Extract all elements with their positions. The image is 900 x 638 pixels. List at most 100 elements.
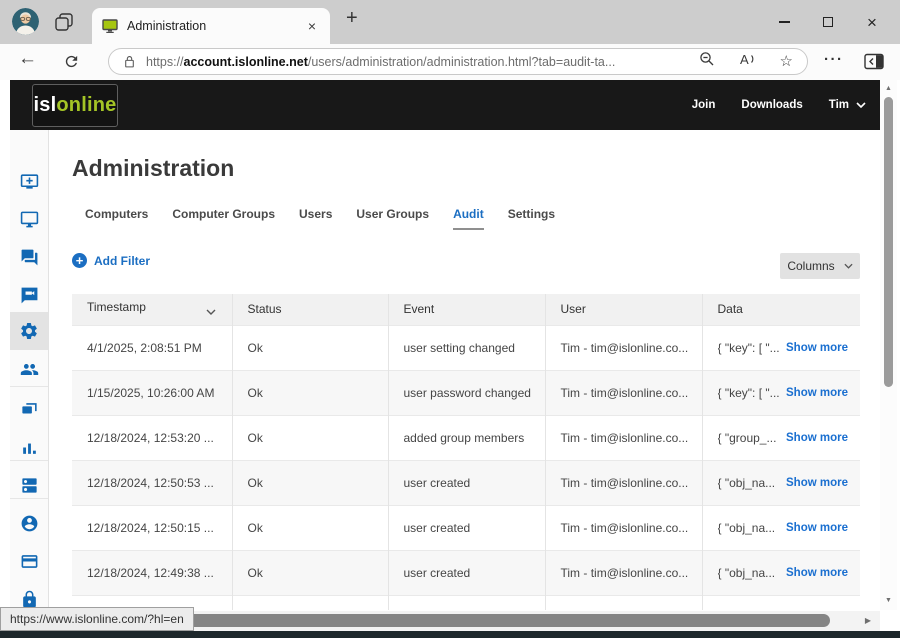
timestamp-cell: 12/18/2024, 12:50:15 ... [72, 505, 232, 550]
vertical-scrollbar-thumb[interactable] [884, 97, 893, 387]
user-cell: Tim - tim@islonline.co... [545, 505, 702, 550]
browser-sidebar-toggle-icon[interactable] [864, 53, 884, 75]
status-cell: Ok [232, 370, 388, 415]
show-more-link[interactable]: Show more [786, 477, 852, 489]
user-cell: Tim - tim@islonline.co... [545, 415, 702, 460]
user-cell: Tim - tim@islonline.co... [545, 550, 702, 595]
tab-title: Administration [127, 19, 304, 33]
event-cell: user created [388, 460, 545, 505]
timestamp-cell: 12/18/2024, 12:49:38 ... [72, 550, 232, 595]
timestamp-cell: 4/1/2025, 2:08:51 PM [72, 325, 232, 370]
table-row: 12/18/2024, 12:50:15 ... Ok user created… [72, 505, 860, 550]
show-more-link[interactable]: Show more [786, 342, 852, 354]
data-cell: { "group_...Show more [702, 415, 860, 460]
url-text: https://account.islonline.net/users/admi… [146, 55, 689, 69]
account-circle-icon[interactable] [10, 504, 48, 542]
tab-computer-groups[interactable]: Computer Groups [172, 207, 275, 230]
lock-icon[interactable] [123, 55, 136, 69]
audit-table: Timestamp Status Event User Data 4/1/202… [72, 294, 860, 610]
page-title: Administration [72, 155, 234, 182]
columns-button[interactable]: Columns [780, 253, 860, 279]
event-cell: user created [388, 505, 545, 550]
tab-audit[interactable]: Audit [453, 207, 484, 230]
event-cell: added group members [388, 415, 545, 460]
scroll-up-arrow-icon[interactable]: ▲ [880, 85, 897, 92]
tab-computers[interactable]: Computers [85, 207, 148, 230]
show-more-link[interactable]: Show more [786, 522, 852, 534]
read-aloud-icon[interactable]: A [739, 51, 756, 72]
show-more-link[interactable]: Show more [786, 387, 852, 399]
browser-window: Administration × + × ← https://account.i… [0, 0, 900, 638]
browser-profile-avatar[interactable] [12, 8, 39, 35]
credit-card-icon[interactable] [10, 542, 48, 580]
table-row: 1/15/2025, 10:26:00 AM Ok user password … [72, 370, 860, 415]
timestamp-cell: 12/18/2024, 12:53:20 ... [72, 415, 232, 460]
timestamp-cell: 1/15/2025, 10:26:00 AM [72, 370, 232, 415]
back-button[interactable]: ← [18, 48, 37, 70]
sidebar-separator [10, 460, 48, 461]
header-status[interactable]: Status [232, 294, 388, 325]
chat-icon[interactable] [10, 238, 48, 276]
add-filter-button[interactable]: + Add Filter [72, 253, 150, 268]
svg-text:A: A [740, 52, 749, 67]
data-cell: { "obj_na...Show more [702, 595, 860, 610]
show-more-link[interactable]: Show more [786, 432, 852, 444]
sidebar-separator [10, 386, 48, 387]
nav-downloads-link[interactable]: Downloads [741, 99, 802, 111]
timestamp-cell: 12/18/2024, 12:50:53 ... [72, 460, 232, 505]
scroll-right-arrow-icon[interactable]: ▶ [865, 616, 871, 625]
user-cell: Tim - tim@islonline.co... [545, 325, 702, 370]
show-more-link[interactable]: Show more [786, 567, 852, 579]
video-chat-icon[interactable] [10, 276, 48, 314]
site-header: islonline Join Downloads Tim [10, 80, 880, 130]
window-bottom-edge [0, 631, 900, 638]
window-controls: × [762, 0, 894, 44]
islonline-logo[interactable]: islonline [32, 84, 118, 127]
window-close-button[interactable]: × [850, 7, 894, 37]
user-cell: Tim - tim@islonline.co... [545, 460, 702, 505]
layered-screens-icon[interactable] [10, 390, 48, 428]
header-event[interactable]: Event [388, 294, 545, 325]
browser-menu-icon[interactable]: ··· [824, 51, 844, 68]
status-cell: Ok [232, 325, 388, 370]
status-cell: Ok [232, 505, 388, 550]
sidebar-separator [10, 498, 48, 499]
chevron-down-icon [856, 102, 866, 108]
refresh-button[interactable] [63, 53, 80, 75]
user-cell: Tim - tim@islonline.co... [545, 595, 702, 610]
header-timestamp[interactable]: Timestamp [72, 294, 232, 325]
tab-settings[interactable]: Settings [508, 207, 555, 230]
people-icon[interactable] [10, 350, 48, 388]
user-cell: Tim - tim@islonline.co... [545, 370, 702, 415]
browser-toolbar: ← https://account.islonline.net/users/ad… [0, 44, 900, 80]
zoom-out-icon[interactable] [699, 51, 715, 72]
header-data[interactable]: Data [702, 294, 860, 325]
settings-gear-icon[interactable] [10, 312, 48, 350]
event-cell: user password changed [388, 370, 545, 415]
header-user[interactable]: User [545, 294, 702, 325]
sort-chevron-icon[interactable] [206, 304, 216, 318]
tab-close-icon[interactable]: × [304, 18, 320, 34]
tab-favicon-monitor-icon [102, 19, 118, 34]
tab-user-groups[interactable]: User Groups [356, 207, 429, 230]
status-bar-link-preview: https://www.islonline.com/?hl=en [0, 607, 194, 631]
tab-workspaces-icon[interactable] [54, 12, 74, 32]
data-cell: { "key": [ "...Show more [702, 325, 860, 370]
vertical-scrollbar[interactable]: ▲ ▼ [880, 80, 897, 610]
new-tab-button[interactable]: + [346, 7, 358, 30]
scroll-down-arrow-icon[interactable]: ▼ [880, 597, 897, 604]
tab-users[interactable]: Users [299, 207, 332, 230]
favorites-star-icon[interactable]: ☆ [780, 54, 793, 69]
browser-tab[interactable]: Administration × [92, 8, 330, 44]
window-maximize-button[interactable] [806, 7, 850, 37]
monitor-add-icon[interactable] [10, 162, 48, 200]
data-cell: { "obj_na...Show more [702, 505, 860, 550]
address-bar-icons: A ☆ [699, 51, 793, 72]
window-minimize-button[interactable] [762, 7, 806, 37]
user-menu[interactable]: Tim [829, 99, 866, 111]
nav-join-link[interactable]: Join [692, 99, 716, 111]
table-header-row: Timestamp Status Event User Data [72, 294, 860, 325]
admin-tabs: Computers Computer Groups Users User Gro… [85, 207, 555, 230]
monitor-icon[interactable] [10, 200, 48, 238]
address-bar[interactable]: https://account.islonline.net/users/admi… [108, 48, 808, 75]
